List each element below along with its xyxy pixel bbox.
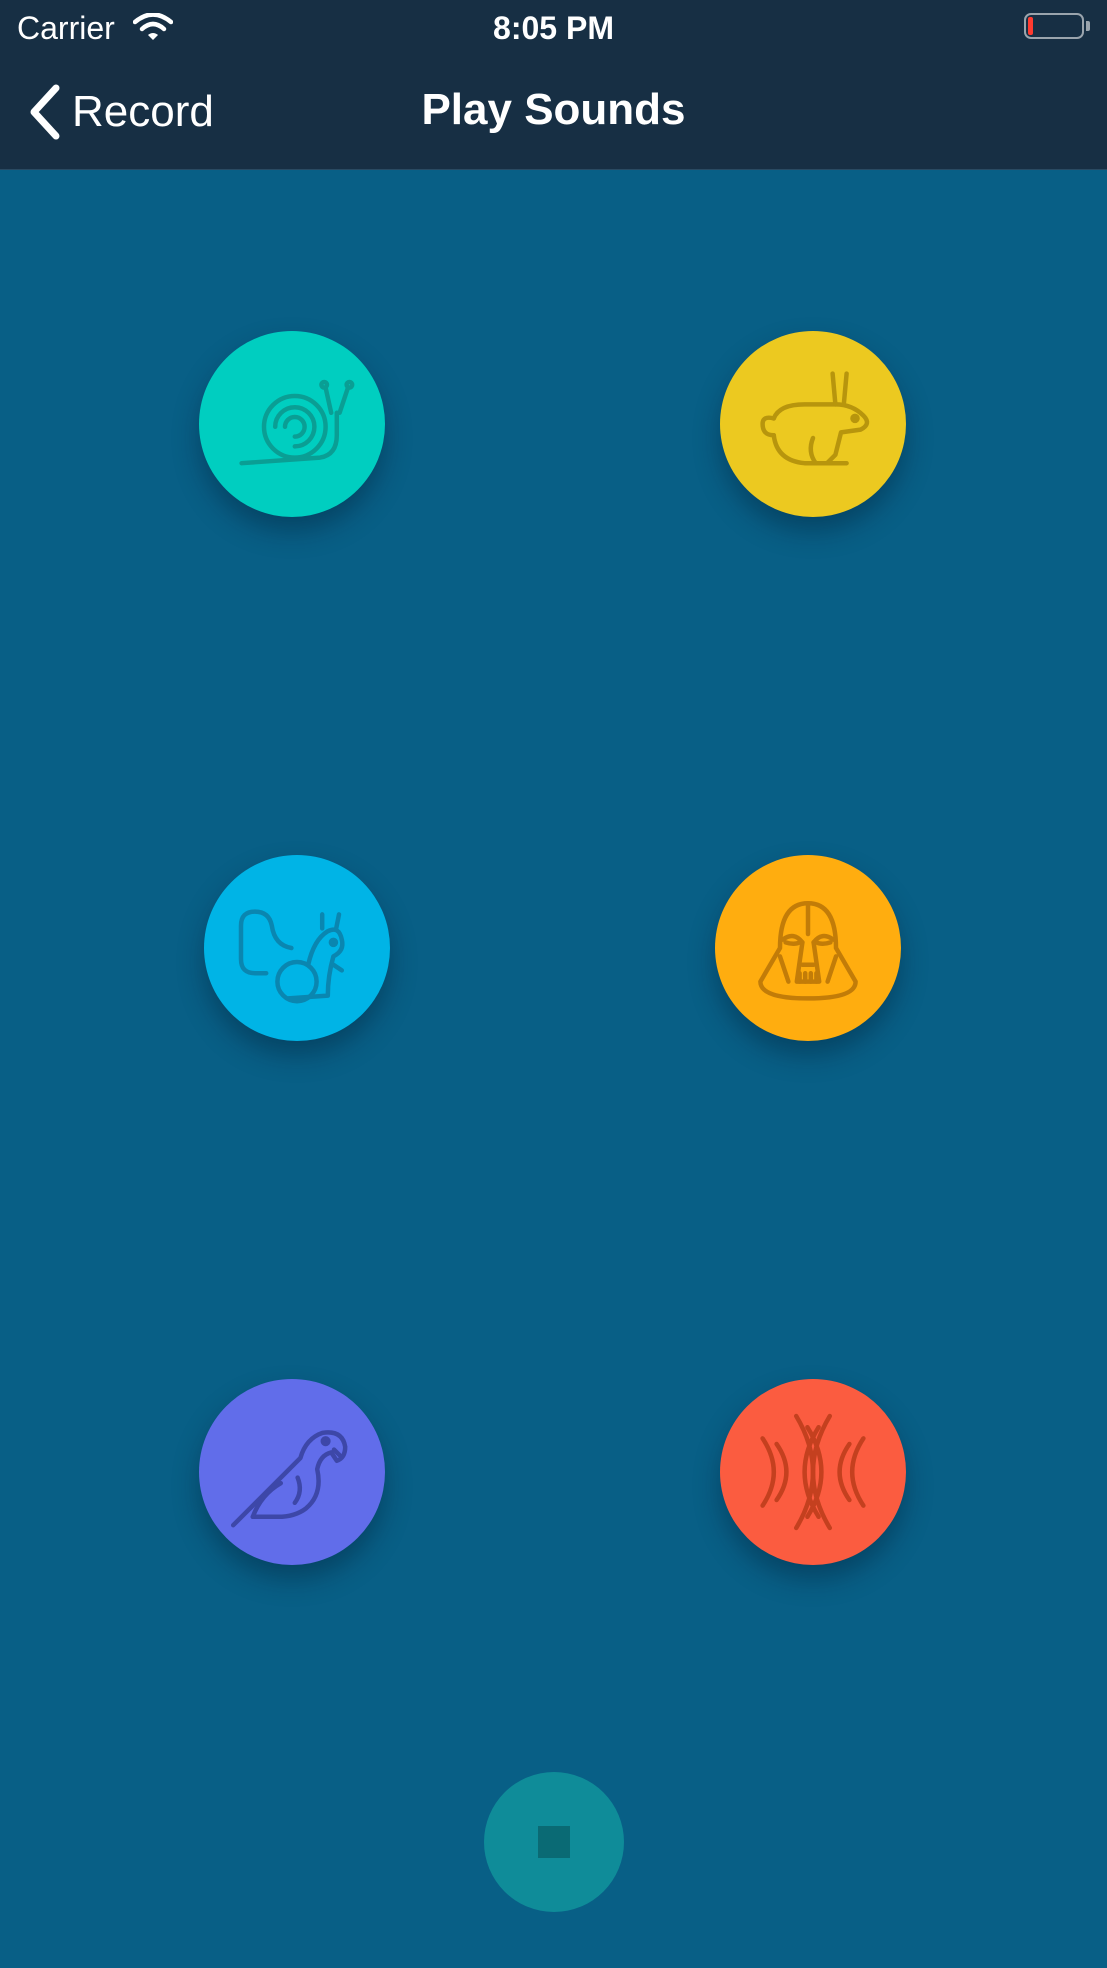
status-bar: Carrier 8:05 PM	[0, 0, 1107, 56]
navigation-bar: Record Play Sounds	[0, 56, 1107, 170]
snail-icon	[239, 379, 355, 466]
stop-button[interactable]	[484, 1772, 624, 1912]
status-time: 8:05 PM	[493, 10, 614, 46]
parrot-icon	[230, 1430, 348, 1528]
page-title: Play Sounds	[421, 85, 686, 134]
parrot-button[interactable]	[199, 1379, 385, 1565]
reverb-button[interactable]	[720, 1379, 906, 1565]
rabbit-button[interactable]	[720, 331, 906, 517]
stop-icon	[538, 1826, 570, 1858]
darth-vader-button[interactable]	[715, 855, 901, 1041]
chipmunk-button[interactable]	[204, 855, 390, 1041]
reverb-icon	[760, 1413, 866, 1531]
snail-button[interactable]	[199, 331, 385, 517]
battery-icon	[1024, 13, 1094, 43]
darth-vader-icon	[758, 900, 858, 1001]
rabbit-icon	[760, 371, 870, 466]
chipmunk-icon	[238, 909, 345, 1004]
